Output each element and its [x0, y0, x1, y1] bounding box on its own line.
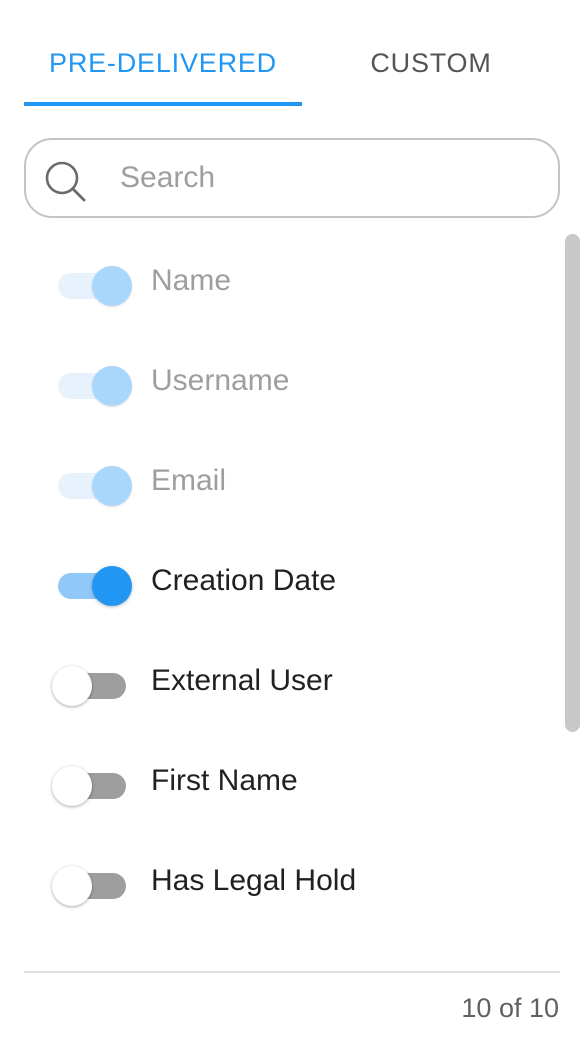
- toggle-switch-username: [50, 366, 134, 406]
- list-item-name: Name: [0, 234, 560, 334]
- list-item-label: Creation Date: [151, 564, 337, 597]
- list-item-username: Username: [0, 334, 560, 434]
- toggle-switch-email: [50, 466, 134, 506]
- list-item-label: Has Legal Hold: [151, 864, 357, 897]
- list-item-has-legal-hold[interactable]: Has Legal Hold: [0, 834, 560, 934]
- tab-bar: PRE-DELIVERED CUSTOM: [24, 20, 560, 106]
- search-icon: [45, 161, 86, 202]
- toggle-thumb: [52, 766, 92, 806]
- scrollbar-thumb[interactable]: [565, 234, 580, 732]
- search-box[interactable]: [24, 138, 560, 218]
- toggle-thumb: [92, 366, 132, 406]
- toggle-switch-first-name[interactable]: [50, 766, 134, 806]
- column-chooser-panel: PRE-DELIVERED CUSTOM Name Username: [0, 0, 586, 1042]
- list-item-first-name[interactable]: First Name: [0, 734, 560, 834]
- column-list: Name Username Email Creation Date Extern…: [0, 234, 560, 954]
- toggle-thumb: [52, 666, 92, 706]
- item-count: 10 of 10: [461, 993, 559, 1023]
- list-item-email: Email: [0, 434, 560, 534]
- toggle-switch-creation-date[interactable]: [50, 566, 134, 606]
- tab-custom[interactable]: CUSTOM: [302, 20, 560, 106]
- toggle-thumb: [92, 266, 132, 306]
- list-item-external-user[interactable]: External User: [0, 634, 560, 734]
- search-input[interactable]: [120, 150, 540, 206]
- list-item-creation-date[interactable]: Creation Date: [0, 534, 560, 634]
- toggle-switch-external-user[interactable]: [50, 666, 134, 706]
- list-item-label: Name: [151, 264, 232, 297]
- tab-pre-delivered[interactable]: PRE-DELIVERED: [24, 20, 302, 106]
- footer-divider: [24, 971, 560, 973]
- list-item-label: Username: [151, 364, 290, 397]
- toggle-switch-has-legal-hold[interactable]: [50, 866, 134, 906]
- toggle-thumb: [52, 866, 92, 906]
- list-item-label: External User: [151, 664, 333, 697]
- toggle-switch-name: [50, 266, 134, 306]
- list-item-label: First Name: [151, 764, 298, 797]
- toggle-thumb: [92, 466, 132, 506]
- list-item-label: Email: [151, 464, 227, 497]
- toggle-thumb: [92, 566, 132, 606]
